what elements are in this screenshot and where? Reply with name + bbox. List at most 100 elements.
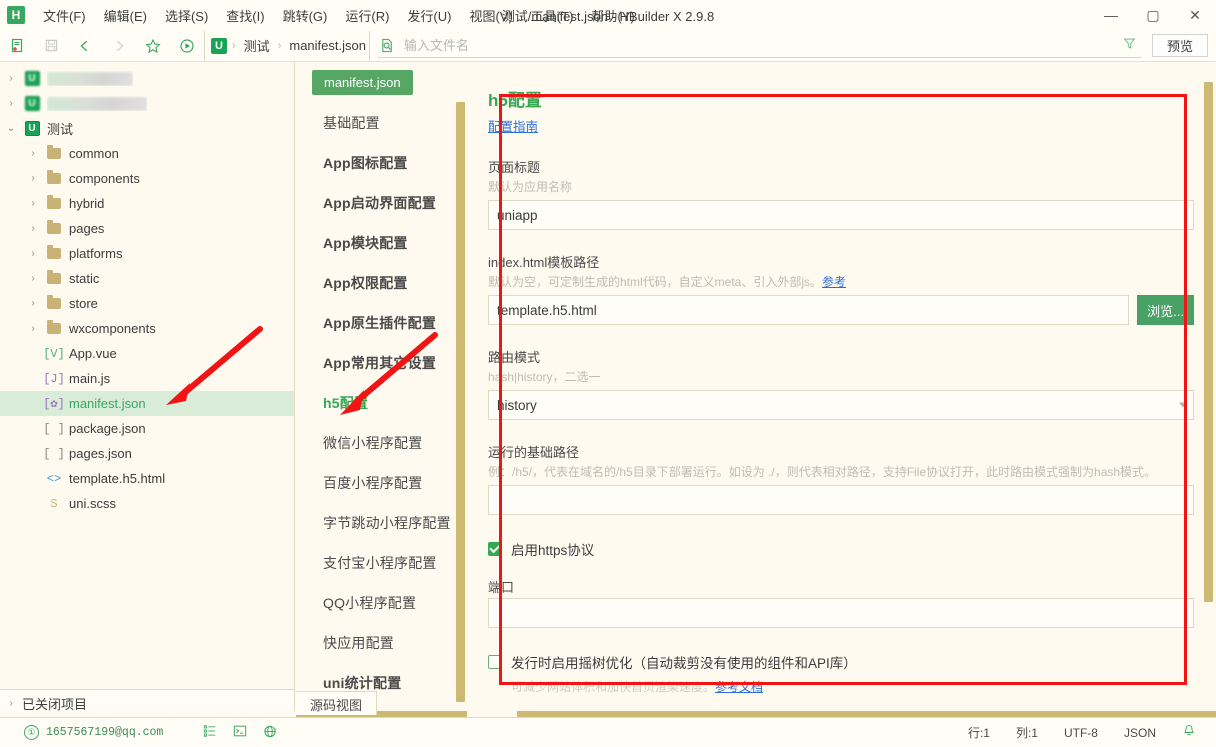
terminal-icon[interactable] xyxy=(233,724,247,741)
save-icon[interactable] xyxy=(34,31,68,61)
status-line[interactable]: 行:1 xyxy=(968,724,990,741)
new-file-icon[interactable] xyxy=(0,31,34,61)
forward-icon[interactable] xyxy=(102,31,136,61)
tree-row[interactable]: Suni.scss xyxy=(0,491,294,516)
chevron-right-icon[interactable]: › xyxy=(22,273,44,284)
chevron-right-icon[interactable]: › xyxy=(22,223,44,234)
manifest-tab-chip[interactable]: manifest.json xyxy=(312,70,413,95)
nav-item-11[interactable]: 字节跳动小程序配置 xyxy=(295,503,470,543)
nav-item-9[interactable]: 微信小程序配置 xyxy=(295,423,470,463)
port-input[interactable] xyxy=(488,598,1194,628)
chevron-right-icon[interactable]: › xyxy=(22,298,44,309)
nav-item-8[interactable]: h5配置 xyxy=(295,383,470,423)
nav-scrollbar[interactable] xyxy=(456,102,465,702)
menu-item-1[interactable]: 文件(F) xyxy=(34,2,95,29)
tree-row[interactable]: › common xyxy=(0,141,294,166)
search-box[interactable] xyxy=(377,34,1142,58)
menu-item-2[interactable]: 编辑(E) xyxy=(95,2,156,29)
outline-icon[interactable] xyxy=(203,724,217,741)
tree-row[interactable]: › static xyxy=(0,266,294,291)
tree-row[interactable]: › store xyxy=(0,291,294,316)
bottom-tab-source-view[interactable]: 源码视图 xyxy=(296,691,378,715)
status-language[interactable]: JSON xyxy=(1124,726,1156,740)
bell-icon[interactable] xyxy=(1182,724,1196,741)
config-guide-link[interactable]: 配置指南 xyxy=(488,120,538,134)
filter-icon[interactable] xyxy=(1117,37,1142,53)
tree-row[interactable]: › platforms xyxy=(0,241,294,266)
tree-row[interactable]: › U xyxy=(0,91,294,116)
menu-item-9[interactable]: 工具(T) xyxy=(522,2,583,29)
status-user[interactable]: ① 1657567199@qq.com xyxy=(24,725,163,740)
preview-button[interactable]: 预览 xyxy=(1151,34,1208,57)
index-template-input[interactable] xyxy=(488,295,1130,325)
chevron-right-icon[interactable]: › xyxy=(22,323,44,334)
breadcrumb-project[interactable]: 测试 xyxy=(241,35,273,56)
chevron-down-icon[interactable]: ⌄ xyxy=(0,123,22,134)
base-path-hint: 例：/h5/，代表在域名的/h5目录下部署运行。如设为 ./，则代表相对路径，支… xyxy=(488,465,1157,479)
nav-item-14[interactable]: 快应用配置 xyxy=(295,623,470,663)
tree-row[interactable]: ⌄ U 测试 xyxy=(0,116,294,141)
tree-row[interactable]: [ ] package.json xyxy=(0,416,294,441)
tree-row[interactable]: [ ] pages.json xyxy=(0,441,294,466)
nav-item-13[interactable]: QQ小程序配置 xyxy=(295,583,470,623)
https-checkbox-row[interactable]: 启用https协议 xyxy=(488,539,1194,559)
main-scrollbar[interactable] xyxy=(1204,82,1213,602)
status-column[interactable]: 列:1 xyxy=(1016,724,1038,741)
tree-row[interactable]: › pages xyxy=(0,216,294,241)
tree-row[interactable]: [J] main.js xyxy=(0,366,294,391)
back-icon[interactable] xyxy=(68,31,102,61)
nav-item-7[interactable]: App常用其它设置 xyxy=(295,343,470,383)
menu-item-7[interactable]: 发行(U) xyxy=(398,2,460,29)
base-path-input[interactable] xyxy=(488,485,1194,515)
menu-item-5[interactable]: 跳转(G) xyxy=(274,2,337,29)
chevron-right-icon[interactable]: › xyxy=(22,173,44,184)
tree-row[interactable]: › wxcomponents xyxy=(0,316,294,341)
tree-row[interactable]: <> template.h5.html xyxy=(0,466,294,491)
treeshaking-doc-link[interactable]: 参考文档 xyxy=(715,680,763,694)
menu-item-3[interactable]: 选择(S) xyxy=(156,2,217,29)
https-checkbox[interactable] xyxy=(488,542,502,556)
nav-item-4[interactable]: App模块配置 xyxy=(295,223,470,263)
window-controls: — ▢ ✕ xyxy=(1090,0,1216,30)
nav-item-2[interactable]: App图标配置 xyxy=(295,143,470,183)
browse-button[interactable]: 浏览... xyxy=(1137,295,1194,325)
close-button[interactable]: ✕ xyxy=(1174,0,1216,30)
base-path-label: 运行的基础路径 xyxy=(488,445,580,460)
tree-row[interactable]: › hybrid xyxy=(0,191,294,216)
maximize-button[interactable]: ▢ xyxy=(1132,0,1174,30)
search-input[interactable] xyxy=(397,36,1117,54)
nav-item-12[interactable]: 支付宝小程序配置 xyxy=(295,543,470,583)
menu-item-4[interactable]: 查找(I) xyxy=(217,2,273,29)
minimize-button[interactable]: — xyxy=(1090,0,1132,30)
page-title-input[interactable] xyxy=(488,200,1194,230)
breadcrumb-file[interactable]: manifest.json xyxy=(286,37,369,54)
menu-item-10[interactable]: 帮助(Y) xyxy=(582,2,643,29)
status-encoding[interactable]: UTF-8 xyxy=(1064,726,1098,740)
router-mode-select[interactable] xyxy=(488,390,1194,420)
nav-item-3[interactable]: App启动界面配置 xyxy=(295,183,470,223)
favorite-star-icon[interactable] xyxy=(136,31,170,61)
tree-row-label xyxy=(47,71,133,87)
nav-item-6[interactable]: App原生插件配置 xyxy=(295,303,470,343)
index-template-reference-link[interactable]: 参考 xyxy=(822,275,846,289)
run-icon[interactable] xyxy=(170,31,204,61)
treeshaking-checkbox-row[interactable]: 发行时启用摇树优化（自动裁剪没有使用的组件和API库） xyxy=(488,652,1194,672)
treeshaking-checkbox[interactable] xyxy=(488,655,502,669)
chevron-right-icon[interactable]: › xyxy=(22,198,44,209)
tree-row[interactable]: › U xyxy=(0,66,294,91)
tree-row[interactable]: › components xyxy=(0,166,294,191)
tree-row-label: 测试 xyxy=(47,122,74,137)
chevron-right-icon[interactable]: › xyxy=(0,73,22,84)
menu-item-8[interactable]: 视图(V) xyxy=(460,2,521,29)
tree-row[interactable]: [V] App.vue xyxy=(0,341,294,366)
chevron-right-icon[interactable]: › xyxy=(22,148,44,159)
network-icon[interactable] xyxy=(263,724,278,742)
chevron-right-icon[interactable]: › xyxy=(0,98,22,109)
menu-item-6[interactable]: 运行(R) xyxy=(336,2,398,29)
nav-item-5[interactable]: App权限配置 xyxy=(295,263,470,303)
nav-item-1[interactable]: 基础配置 xyxy=(295,103,470,143)
nav-item-10[interactable]: 百度小程序配置 xyxy=(295,463,470,503)
toolbar-search-area: 预览 xyxy=(368,30,1216,61)
chevron-right-icon[interactable]: › xyxy=(22,248,44,259)
tree-row[interactable]: [✿] manifest.json xyxy=(0,391,294,416)
